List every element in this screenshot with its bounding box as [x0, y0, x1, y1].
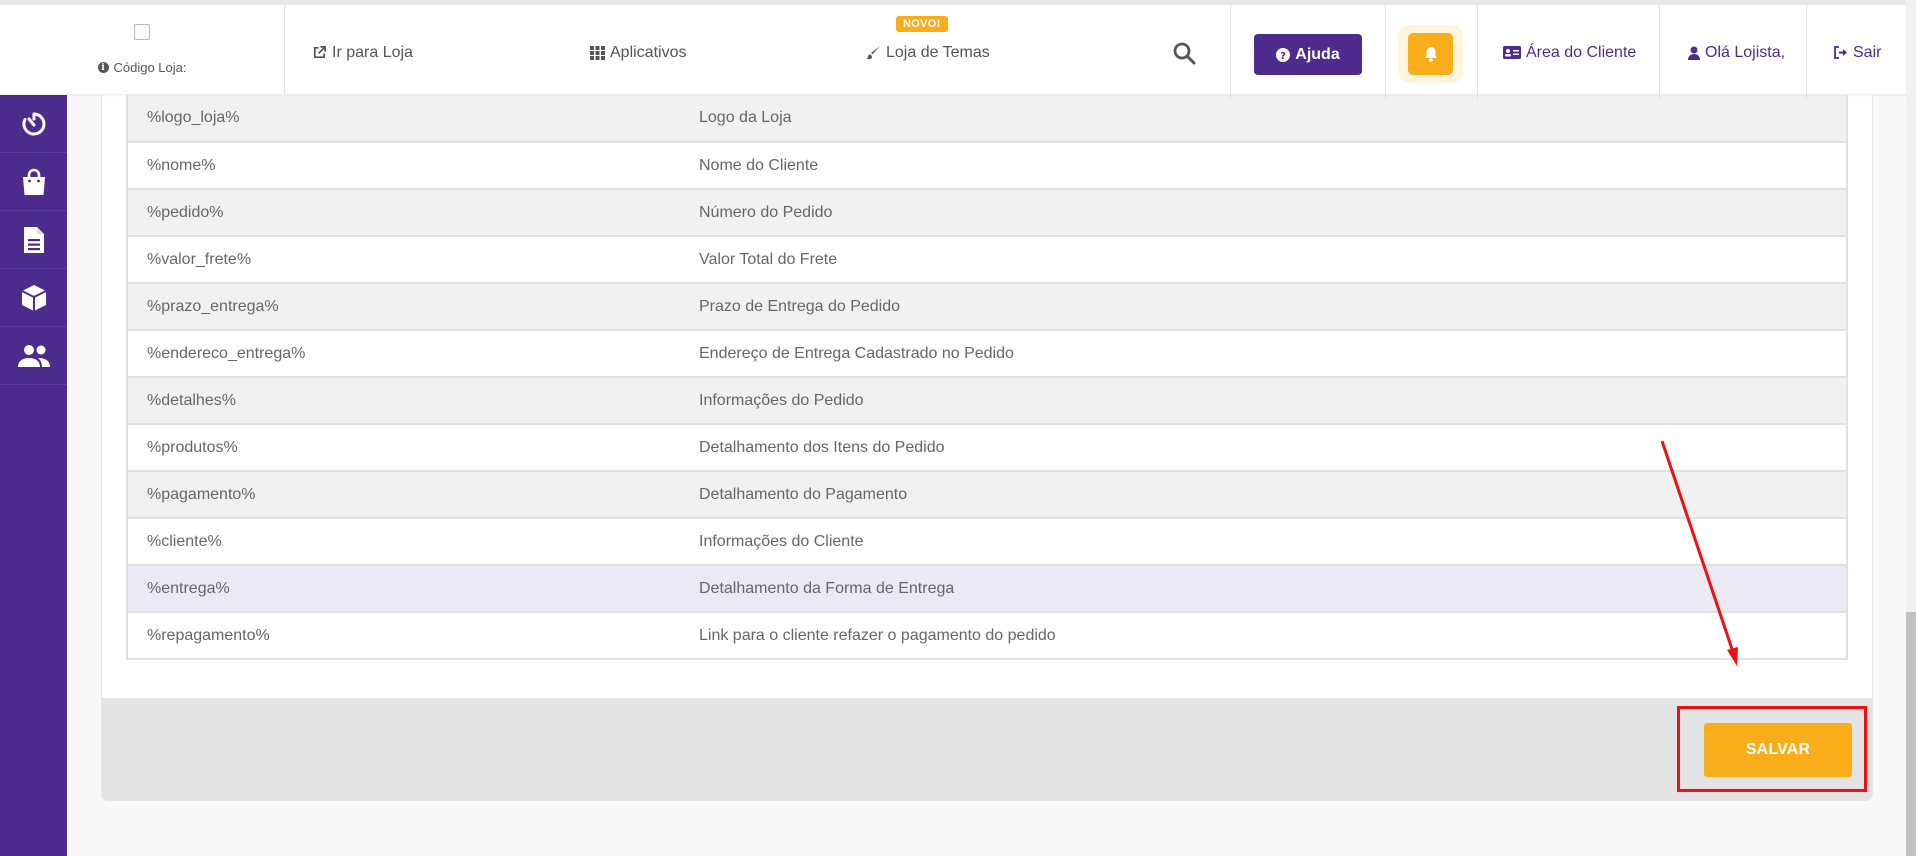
annotation-arrow	[1660, 440, 1738, 666]
